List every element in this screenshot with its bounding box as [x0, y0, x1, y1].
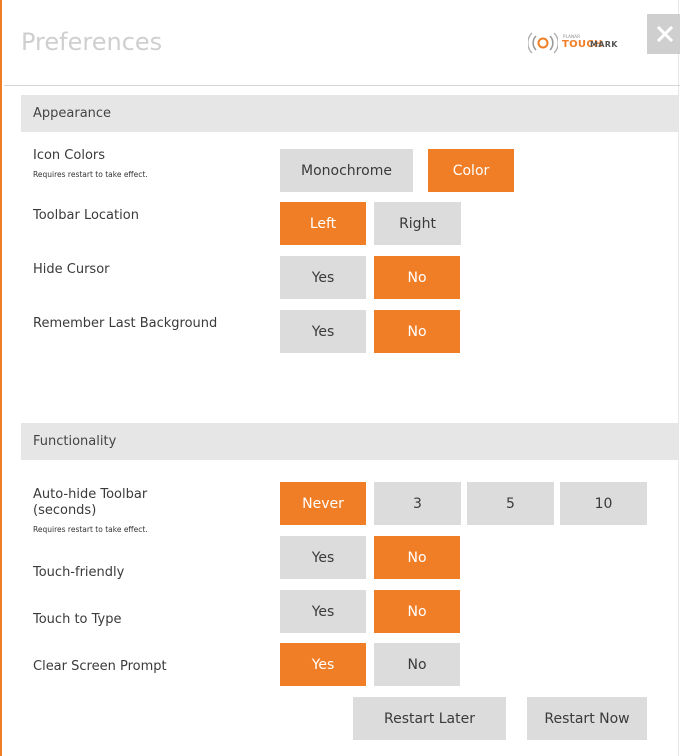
- icon-colors-color-button[interactable]: Color: [428, 149, 514, 192]
- planar-touchmark-logo: PLANAR TOUCH MARK: [528, 30, 638, 56]
- icon-colors-monochrome-button[interactable]: Monochrome: [280, 149, 413, 192]
- icon-colors-note: Requires restart to take effect.: [33, 170, 148, 179]
- touch-friendly-no-button[interactable]: No: [374, 536, 460, 579]
- touch-to-type-label: Touch to Type: [33, 612, 122, 627]
- remember-background-no-button[interactable]: No: [374, 310, 460, 353]
- remember-background-label: Remember Last Background: [33, 316, 218, 331]
- clear-screen-no-button[interactable]: No: [374, 643, 460, 686]
- touch-wave-icon: [528, 32, 558, 54]
- auto-hide-5-button[interactable]: 5: [467, 482, 554, 525]
- hide-cursor-label: Hide Cursor: [33, 262, 110, 277]
- remember-background-yes-button[interactable]: Yes: [280, 310, 366, 353]
- touch-friendly-label: Touch-friendly: [33, 565, 125, 580]
- logo-mark-text: MARK: [590, 40, 618, 49]
- window-title: Preferences: [21, 28, 163, 56]
- toolbar-location-right-button[interactable]: Right: [374, 202, 461, 245]
- preferences-window: Preferences PLANAR TOUCH MARK Appearance…: [0, 0, 680, 756]
- clear-screen-prompt-label: Clear Screen Prompt: [33, 659, 167, 674]
- auto-hide-toolbar-title: Auto-hide Toolbar: [33, 487, 148, 502]
- auto-hide-toolbar-label: Auto-hide Toolbar (seconds) Requires res…: [33, 487, 148, 538]
- clear-screen-yes-button[interactable]: Yes: [280, 643, 366, 686]
- appearance-section-header: Appearance: [21, 95, 679, 132]
- auto-hide-toolbar-note: Requires restart to take effect.: [33, 525, 148, 534]
- functionality-section-header: Functionality: [21, 423, 679, 460]
- auto-hide-toolbar-unit: (seconds): [33, 503, 97, 518]
- hide-cursor-no-button[interactable]: No: [374, 256, 460, 299]
- toolbar-location-label: Toolbar Location: [33, 208, 139, 223]
- touch-to-type-no-button[interactable]: No: [374, 590, 460, 633]
- touch-friendly-yes-button[interactable]: Yes: [280, 536, 366, 579]
- close-button[interactable]: [647, 14, 680, 54]
- restart-later-button[interactable]: Restart Later: [353, 697, 506, 740]
- close-icon: [657, 26, 673, 42]
- icon-colors-title: Icon Colors: [33, 148, 106, 163]
- title-bar: Preferences PLANAR TOUCH MARK: [4, 0, 680, 86]
- hide-cursor-yes-button[interactable]: Yes: [280, 256, 366, 299]
- touch-to-type-yes-button[interactable]: Yes: [280, 590, 366, 633]
- auto-hide-10-button[interactable]: 10: [560, 482, 647, 525]
- icon-colors-label: Icon Colors Requires restart to take eff…: [33, 148, 148, 183]
- auto-hide-3-button[interactable]: 3: [374, 482, 461, 525]
- auto-hide-never-button[interactable]: Never: [280, 482, 366, 525]
- toolbar-location-left-button[interactable]: Left: [280, 202, 366, 245]
- restart-now-button[interactable]: Restart Now: [527, 697, 647, 740]
